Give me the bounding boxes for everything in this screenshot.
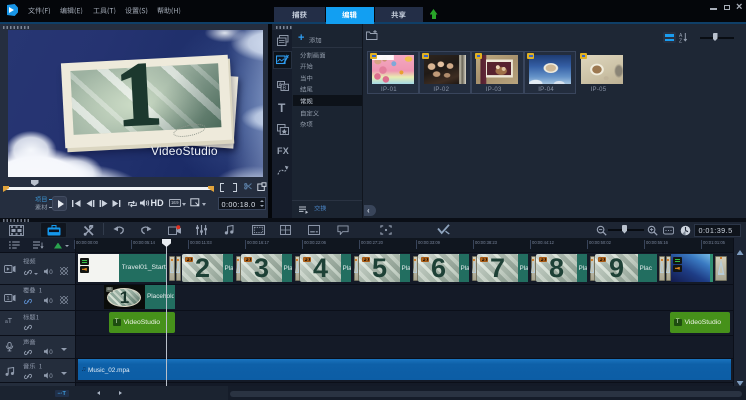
svg-text:A: A — [278, 82, 282, 88]
svg-text:Z: Z — [679, 38, 682, 43]
svg-text:0: 0 — [49, 269, 53, 275]
svg-text:0: 0 — [49, 349, 53, 355]
svg-text:1: 1 — [6, 296, 9, 302]
svg-text:0: 0 — [49, 373, 53, 379]
svg-text:B: B — [283, 86, 287, 91]
svg-text:0: 0 — [49, 298, 53, 304]
